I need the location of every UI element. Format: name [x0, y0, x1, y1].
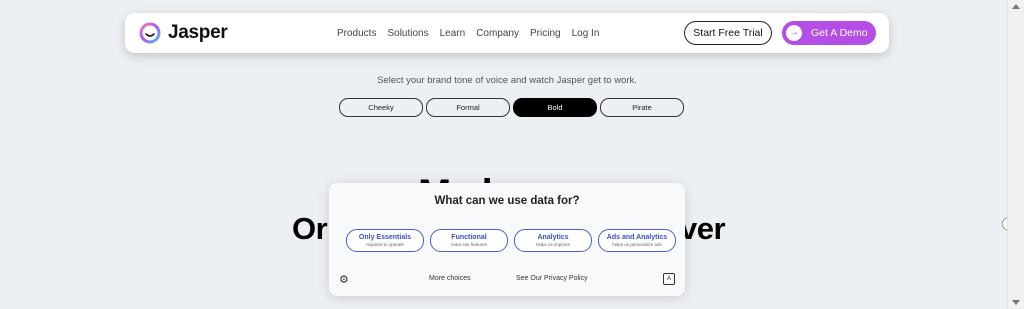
get-demo-button[interactable]: → Get A Demo	[782, 21, 876, 45]
consent-title: What can we use data for?	[434, 195, 580, 207]
tone-tagline: Select your brand tone of voice and watc…	[377, 75, 637, 86]
tone-selector: Cheeky Formal Bold Pirate	[339, 98, 687, 117]
option-sublabel: helps us personalize ads	[612, 241, 662, 247]
tone-pirate[interactable]: Pirate	[600, 98, 684, 117]
nav-company[interactable]: Company	[476, 28, 519, 39]
jasper-logo-icon	[139, 22, 161, 44]
nav-solutions[interactable]: Solutions	[387, 28, 428, 39]
privacy-policy-link[interactable]: See Our Privacy Policy	[516, 275, 588, 282]
hero-heading-left: Or	[292, 211, 328, 246]
get-demo-label: Get A Demo	[811, 27, 868, 39]
nav-pricing[interactable]: Pricing	[530, 28, 561, 39]
option-sublabel: extra site features	[451, 241, 487, 247]
nav-links: Products Solutions Learn Company Pricing…	[337, 13, 610, 53]
vertical-scrollbar[interactable]	[1007, 0, 1024, 309]
consent-options: Only Essentials required to operate Func…	[346, 229, 682, 252]
navbar: Jasper Products Solutions Learn Company …	[125, 13, 889, 53]
consent-analytics-button[interactable]: Analytics helps us improve	[514, 229, 592, 252]
scroll-down-arrow-icon[interactable]	[1012, 300, 1020, 305]
consent-functional-button[interactable]: Functional extra site features	[430, 229, 508, 252]
hero-heading-right: ver	[680, 211, 726, 246]
option-label: Only Essentials	[358, 233, 412, 241]
translate-icon[interactable]: A	[663, 273, 675, 285]
option-sublabel: helps us improve	[535, 241, 571, 247]
arrow-right-icon: →	[786, 25, 802, 41]
option-label: Analytics	[537, 233, 569, 241]
option-sublabel: required to operate	[365, 241, 405, 247]
option-label: Ads and Analytics	[606, 233, 668, 241]
more-choices-link[interactable]: More choices	[429, 275, 471, 282]
consent-only-essentials-button[interactable]: Only Essentials required to operate	[346, 229, 424, 252]
jasper-logo[interactable]: Jasper	[139, 22, 228, 44]
gear-icon[interactable]: ⚙	[339, 273, 349, 286]
tone-bold[interactable]: Bold	[513, 98, 597, 117]
scroll-up-arrow-icon[interactable]	[1012, 4, 1020, 9]
nav-login[interactable]: Log In	[572, 28, 600, 39]
consent-ads-analytics-button[interactable]: Ads and Analytics helps us personalize a…	[598, 229, 676, 252]
nav-products[interactable]: Products	[337, 28, 376, 39]
tone-formal[interactable]: Formal	[426, 98, 510, 117]
start-free-trial-button[interactable]: Start Free Trial	[684, 21, 772, 45]
cookie-consent-dialog: What can we use data for? Only Essential…	[329, 183, 685, 296]
option-label: Functional	[451, 233, 487, 241]
nav-learn[interactable]: Learn	[440, 28, 466, 39]
brand-name: Jasper	[168, 22, 228, 43]
tone-cheeky[interactable]: Cheeky	[339, 98, 423, 117]
